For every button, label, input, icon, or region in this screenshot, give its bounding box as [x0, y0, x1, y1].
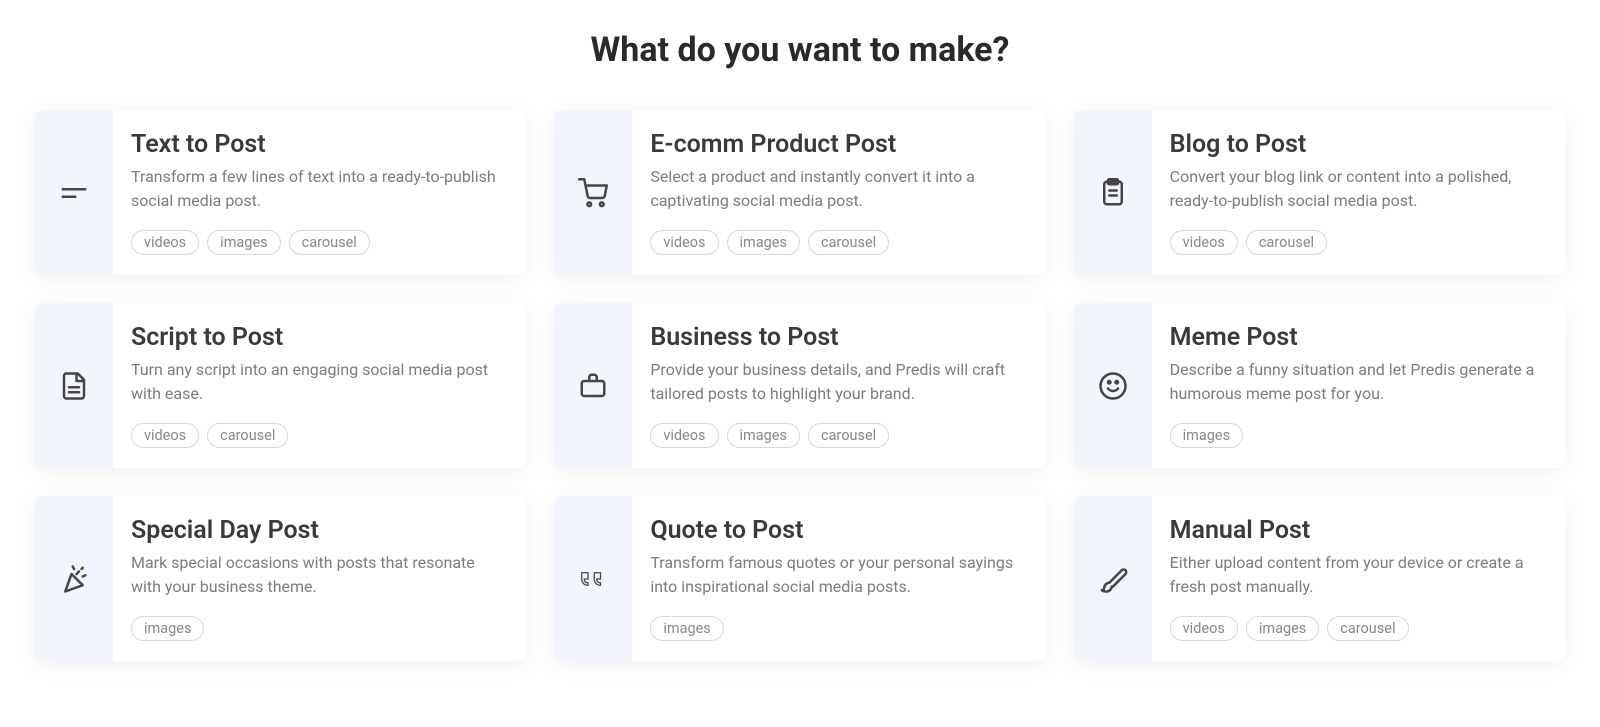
option-card-smile[interactable]: Meme Post Describe a funny situation and…	[1074, 303, 1565, 468]
card-tags: images	[1170, 423, 1543, 448]
card-grid: Text to Post Transform a few lines of te…	[35, 110, 1565, 661]
card-title: Text to Post	[131, 130, 504, 159]
option-card-briefcase[interactable]: Business to Post Provide your business d…	[554, 303, 1045, 468]
tag: videos	[131, 423, 199, 448]
tag: carousel	[1327, 616, 1408, 641]
smile-icon	[1074, 303, 1152, 468]
card-description: Transform a few lines of text into a rea…	[131, 165, 504, 214]
tag: carousel	[808, 230, 889, 255]
option-card-text[interactable]: Text to Post Transform a few lines of te…	[35, 110, 526, 275]
quote-icon	[554, 496, 632, 661]
card-body: Business to Post Provide your business d…	[632, 303, 1045, 468]
card-tags: videos images carousel	[650, 230, 1023, 255]
card-body: Script to Post Turn any script into an e…	[113, 303, 526, 468]
card-body: Meme Post Describe a funny situation and…	[1152, 303, 1565, 468]
card-description: Transform famous quotes or your personal…	[650, 551, 1023, 600]
card-description: Select a product and instantly convert i…	[650, 165, 1023, 214]
card-body: Quote to Post Transform famous quotes or…	[632, 496, 1045, 661]
card-description: Mark special occasions with posts that r…	[131, 551, 504, 600]
card-title: Script to Post	[131, 323, 504, 352]
option-card-document[interactable]: Script to Post Turn any script into an e…	[35, 303, 526, 468]
tag: videos	[650, 423, 718, 448]
tag: carousel	[1246, 230, 1327, 255]
card-body: E-comm Product Post Select a product and…	[632, 110, 1045, 275]
card-title: Business to Post	[650, 323, 1023, 352]
card-tags: videos images carousel	[131, 230, 504, 255]
tag: images	[650, 616, 723, 641]
tag: images	[207, 230, 280, 255]
card-title: Blog to Post	[1170, 130, 1543, 159]
document-icon	[35, 303, 113, 468]
card-body: Blog to Post Convert your blog link or c…	[1152, 110, 1565, 275]
tag: images	[131, 616, 204, 641]
tag: carousel	[289, 230, 370, 255]
tag: videos	[131, 230, 199, 255]
card-tags: images	[650, 616, 1023, 641]
briefcase-icon	[554, 303, 632, 468]
tag: images	[727, 423, 800, 448]
card-description: Convert your blog link or content into a…	[1170, 165, 1543, 214]
option-card-cart[interactable]: E-comm Product Post Select a product and…	[554, 110, 1045, 275]
card-tags: videos carousel	[1170, 230, 1543, 255]
tag: videos	[1170, 230, 1238, 255]
cart-icon	[554, 110, 632, 275]
card-description: Turn any script into an engaging social …	[131, 358, 504, 407]
card-title: Quote to Post	[650, 516, 1023, 545]
card-tags: images	[131, 616, 504, 641]
tag: videos	[650, 230, 718, 255]
option-card-party[interactable]: Special Day Post Mark special occasions …	[35, 496, 526, 661]
text-icon	[35, 110, 113, 275]
card-title: Special Day Post	[131, 516, 504, 545]
card-title: Meme Post	[1170, 323, 1543, 352]
clipboard-icon	[1074, 110, 1152, 275]
tag: images	[1246, 616, 1319, 641]
party-icon	[35, 496, 113, 661]
card-description: Describe a funny situation and let Predi…	[1170, 358, 1543, 407]
card-title: E-comm Product Post	[650, 130, 1023, 159]
card-body: Text to Post Transform a few lines of te…	[113, 110, 526, 275]
card-tags: videos carousel	[131, 423, 504, 448]
card-body: Manual Post Either upload content from y…	[1152, 496, 1565, 661]
card-tags: videos images carousel	[1170, 616, 1543, 641]
card-title: Manual Post	[1170, 516, 1543, 545]
card-tags: videos images carousel	[650, 423, 1023, 448]
option-card-quote[interactable]: Quote to Post Transform famous quotes or…	[554, 496, 1045, 661]
tag: images	[727, 230, 800, 255]
tag: carousel	[808, 423, 889, 448]
card-description: Either upload content from your device o…	[1170, 551, 1543, 600]
tag: videos	[1170, 616, 1238, 641]
card-description: Provide your business details, and Predi…	[650, 358, 1023, 407]
option-card-brush[interactable]: Manual Post Either upload content from y…	[1074, 496, 1565, 661]
tag: images	[1170, 423, 1243, 448]
page-heading: What do you want to make?	[35, 30, 1565, 70]
option-card-clipboard[interactable]: Blog to Post Convert your blog link or c…	[1074, 110, 1565, 275]
tag: carousel	[207, 423, 288, 448]
card-body: Special Day Post Mark special occasions …	[113, 496, 526, 661]
brush-icon	[1074, 496, 1152, 661]
